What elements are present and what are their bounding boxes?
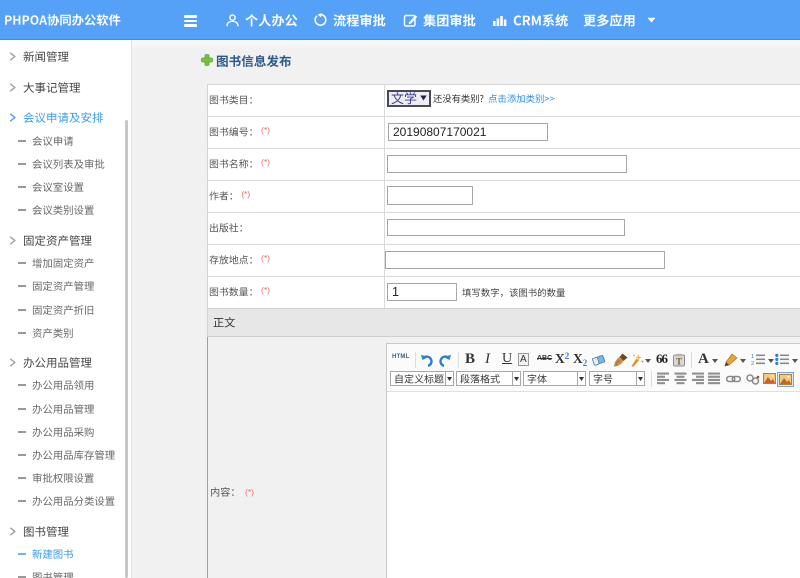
svg-text:2: 2: [751, 361, 754, 366]
svg-text:T: T: [676, 356, 682, 366]
svg-text:1: 1: [751, 354, 754, 360]
